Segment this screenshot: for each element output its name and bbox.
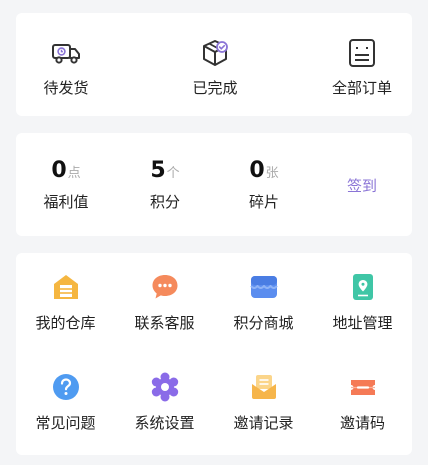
order-completed[interactable]: 已完成 xyxy=(165,13,265,116)
stat-fragments[interactable]: 0 张 碎片 xyxy=(219,133,309,236)
stat-welfare-label: 福利值 xyxy=(43,193,89,211)
order-pending-label: 待发货 xyxy=(43,79,89,97)
stat-fragments-number: 0 xyxy=(249,158,265,183)
menu-card: 我的仓库 联系客服 积分商城 地址管理 常见问题 系统设置 邀请记录 邀请码 xyxy=(16,253,412,455)
stat-points-label: 积分 xyxy=(149,193,180,211)
stat-fragments-label: 碎片 xyxy=(248,193,279,211)
orders-card: 待发货 已完成 全部订单 xyxy=(16,13,412,116)
menu-my-warehouse[interactable]: 我的仓库 xyxy=(16,253,115,343)
menu-my-warehouse-label: 我的仓库 xyxy=(35,314,96,332)
menu-invite-code[interactable]: 邀请码 xyxy=(313,353,412,443)
box-check-icon xyxy=(199,37,231,69)
warehouse-icon xyxy=(50,271,82,303)
stats-card: 0 点 福利值 5 个 积分 0 张 碎片 签到 xyxy=(16,133,412,236)
stat-points-value: 5 个 xyxy=(150,158,179,183)
stat-welfare[interactable]: 0 点 福利值 xyxy=(21,133,111,236)
stat-fragments-unit: 张 xyxy=(265,166,279,181)
store-icon xyxy=(248,271,280,303)
menu-address-management[interactable]: 地址管理 xyxy=(313,253,412,343)
delivery-truck-icon xyxy=(50,37,82,69)
menu-faq[interactable]: 常见问题 xyxy=(16,353,115,443)
menu-points-mall[interactable]: 积分商城 xyxy=(214,253,313,343)
menu-invite-records-label: 邀请记录 xyxy=(233,414,294,432)
gear-icon xyxy=(149,371,181,403)
menu-system-settings-label: 系统设置 xyxy=(134,414,195,432)
order-all[interactable]: 全部订单 xyxy=(312,13,412,116)
menu-invite-code-label: 邀请码 xyxy=(339,414,385,432)
menu-contact-service-label: 联系客服 xyxy=(134,314,195,332)
stat-points[interactable]: 5 个 积分 xyxy=(120,133,210,236)
stat-points-unit: 个 xyxy=(166,166,180,181)
menu-address-management-label: 地址管理 xyxy=(332,314,393,332)
menu-points-mall-label: 积分商城 xyxy=(233,314,294,332)
stat-fragments-value: 0 张 xyxy=(249,158,278,183)
stat-points-number: 5 xyxy=(150,158,166,183)
menu-faq-label: 常见问题 xyxy=(35,414,96,432)
stat-welfare-unit: 点 xyxy=(67,166,81,181)
envelope-icon xyxy=(248,371,280,403)
chat-bubble-icon xyxy=(149,271,181,303)
order-list-icon xyxy=(346,37,378,69)
stat-welfare-value: 0 点 xyxy=(51,158,80,183)
location-book-icon xyxy=(347,271,379,303)
ticket-icon xyxy=(347,371,379,403)
menu-contact-service[interactable]: 联系客服 xyxy=(115,253,214,343)
order-all-label: 全部订单 xyxy=(331,79,392,97)
menu-invite-records[interactable]: 邀请记录 xyxy=(214,353,313,443)
signin-button[interactable]: 签到 xyxy=(327,173,397,199)
order-completed-label: 已完成 xyxy=(192,79,238,97)
question-icon xyxy=(50,371,82,403)
stat-welfare-number: 0 xyxy=(51,158,67,183)
menu-system-settings[interactable]: 系统设置 xyxy=(115,353,214,443)
order-pending-shipment[interactable]: 待发货 xyxy=(16,13,116,116)
